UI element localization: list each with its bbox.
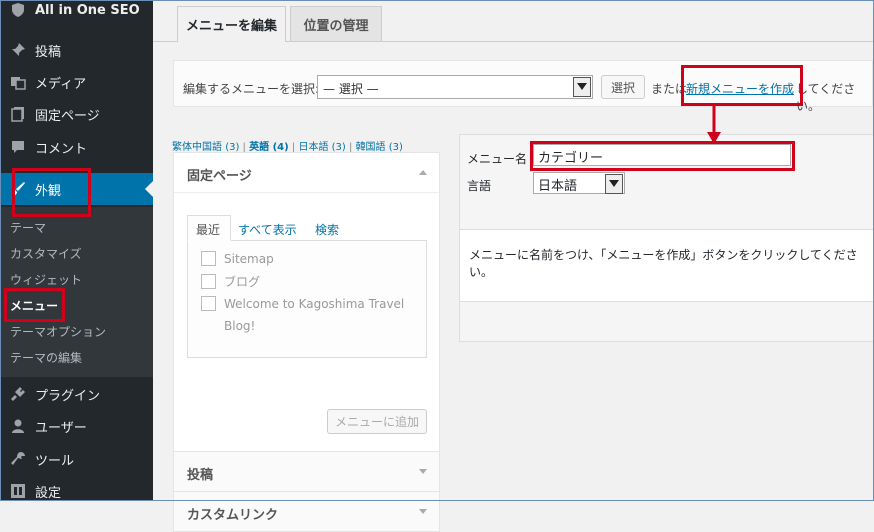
dropdown-value: — 選択 — <box>323 82 379 96</box>
pages-list-panel: Sitemap ブログ Welcome to Kagoshima Travel … <box>187 240 427 358</box>
language-select[interactable]: 日本語 <box>533 172 625 194</box>
menu-footer-panel <box>459 302 874 342</box>
sidebar-item-label: プラグイン <box>35 388 101 404</box>
plugin-icon <box>9 385 27 403</box>
list-item[interactable]: Sitemap <box>201 251 274 266</box>
submenu-themes[interactable]: テーマ <box>10 219 46 236</box>
chevron-down-icon <box>605 174 623 194</box>
tab-manage-locations[interactable]: 位置の管理 <box>290 6 382 41</box>
accordion-pages-body: 最近 すべて表示 検索 Sitemap ブログ Welcome to Kagos… <box>174 193 439 434</box>
submenu-theme-options[interactable]: テーマオプション <box>10 323 106 340</box>
tab-edit-menus[interactable]: メニューを編集 <box>177 6 286 42</box>
list-item[interactable]: ブログ <box>201 273 260 290</box>
checkbox[interactable] <box>201 274 216 289</box>
accordion-pages-header[interactable]: 固定ページ <box>174 153 439 193</box>
menu-instructions: メニューに名前をつけ、「メニューを作成」ボタンをクリックしてください。 <box>469 248 858 279</box>
language-select-value: 日本語 <box>538 179 578 194</box>
submenu-menus[interactable]: メニュー <box>10 297 58 314</box>
pin-icon <box>9 41 27 59</box>
select-menu-label: 編集するメニューを選択: <box>183 82 320 96</box>
create-new-menu-link[interactable]: 新規メニューを作成 <box>686 80 794 97</box>
brush-icon <box>9 180 27 198</box>
sidebar-item-label: All in One SEO <box>35 2 140 18</box>
sidebar-item-plugins[interactable]: プラグイン <box>0 378 153 410</box>
menu-select-dropdown[interactable]: — 選択 — <box>317 75 593 99</box>
sidebar-item-label: 固定ページ <box>35 108 100 124</box>
current-arrow <box>145 181 153 197</box>
sidebar-item-label: ユーザー <box>35 420 87 436</box>
accordion-pages-title: 固定ページ <box>187 169 252 184</box>
sidebar-item-label: 外観 <box>35 183 62 199</box>
sidebar-item-appearance[interactable]: 外観 <box>0 173 153 205</box>
caret-down-icon <box>419 509 427 514</box>
menu-name-label: メニュー名 <box>467 152 528 166</box>
inner-tab-search[interactable]: 検索 <box>315 221 339 238</box>
language-filter: 繁体中国語 (3) | 英語 (4) | 日本語 (3) | 韓国語 (3) <box>172 142 403 153</box>
select-button[interactable]: 選択 <box>601 75 645 99</box>
settings-icon <box>9 482 27 500</box>
arrow-down-icon <box>707 104 721 144</box>
wrench-icon <box>9 450 27 468</box>
sidebar-item-label: コメント <box>35 141 88 157</box>
list-item[interactable]: Welcome to Kagoshima Travel Blog! <box>201 296 421 337</box>
trailing-text: してください。 <box>796 82 856 113</box>
caret-up-icon <box>419 170 427 175</box>
appearance-submenu: テーマ カスタマイズ ウィジェット メニュー テーマオプション テーマの編集 <box>0 207 153 377</box>
sidebar-item-label: メディア <box>35 76 87 92</box>
sidebar-item-settings[interactable]: 設定 <box>0 475 153 507</box>
submenu-widgets[interactable]: ウィジェット <box>10 271 82 288</box>
comment-icon <box>9 138 27 156</box>
sidebar-item-comments[interactable]: コメント <box>0 131 153 163</box>
user-icon <box>9 417 27 435</box>
sidebar-item-aioseo[interactable]: All in One SEO <box>0 0 153 26</box>
checkbox[interactable] <box>201 251 216 266</box>
sidebar-item-users[interactable]: ユーザー <box>0 410 153 442</box>
sidebar-item-tools[interactable]: ツール <box>0 443 153 475</box>
shield-icon <box>9 1 27 19</box>
inner-tab-view-all[interactable]: すべて表示 <box>238 221 297 238</box>
admin-sidebar: All in One SEO 投稿 メディア 固定ページ コメント 外観 テーマ… <box>0 0 153 501</box>
sidebar-item-label: ツール <box>35 453 75 469</box>
sidebar-item-pages[interactable]: 固定ページ <box>0 98 153 130</box>
submenu-customize[interactable]: カスタマイズ <box>10 245 82 262</box>
sidebar-item-label: 投稿 <box>35 44 62 60</box>
or-text: または <box>651 82 688 96</box>
caret-down-icon <box>419 469 427 474</box>
accordion-custom-links-title: カスタムリンク <box>187 508 279 523</box>
media-icon <box>9 73 27 91</box>
menu-body-panel: メニューに名前をつけ、「メニューを作成」ボタンをクリックしてください。 <box>459 230 874 302</box>
menu-name-input[interactable]: カテゴリー <box>533 144 791 166</box>
accordion-posts-title: 投稿 <box>187 468 214 483</box>
accordion-custom-links-header[interactable]: カスタムリンク <box>174 491 439 531</box>
menu-items-accordion: 固定ページ 最近 すべて表示 検索 Sitemap ブログ Welcome to… <box>173 152 440 532</box>
checkbox[interactable] <box>201 296 216 311</box>
chevron-down-icon <box>573 77 591 97</box>
sidebar-item-posts[interactable]: 投稿 <box>0 34 153 66</box>
accordion-posts-header[interactable]: 投稿 <box>174 451 439 491</box>
submenu-theme-editor[interactable]: テーマの編集 <box>10 349 82 366</box>
language-label: 言語 <box>467 179 492 193</box>
inner-tab-recent[interactable]: 最近 <box>187 215 231 241</box>
add-to-menu-button[interactable]: メニューに追加 <box>327 409 427 434</box>
page-icon <box>9 105 27 123</box>
sidebar-item-label: 設定 <box>35 485 62 501</box>
sidebar-item-media[interactable]: メディア <box>0 66 153 98</box>
